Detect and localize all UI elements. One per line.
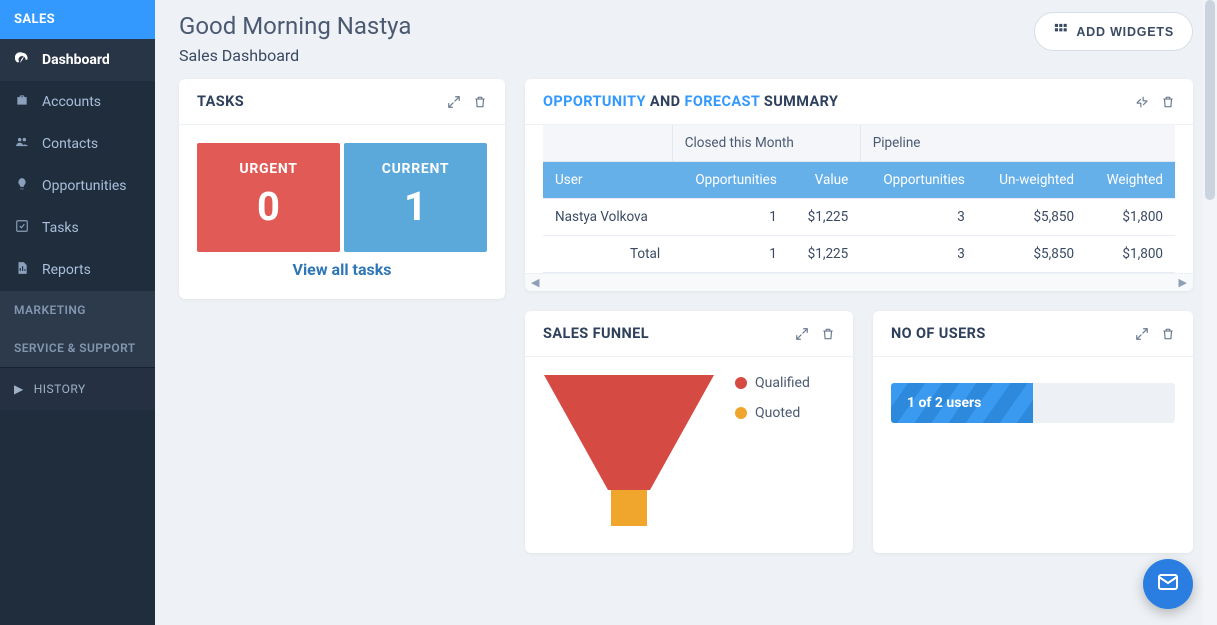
widget-title: NO OF USERS [891,325,986,342]
sidebar-section-service[interactable]: SERVICE & SUPPORT [0,329,155,367]
sidebar-item-label: Accounts [42,94,101,110]
page-subtitle: Sales Dashboard [179,46,411,65]
collapse-icon[interactable] [1135,95,1149,109]
mail-icon [1156,570,1180,598]
scrollbar-thumb[interactable] [1205,0,1215,200]
main-content: Good Morning Nastya Sales Dashboard ADD … [155,0,1217,625]
sidebar-section-sales[interactable]: SALES [0,0,155,39]
expand-icon[interactable] [1135,327,1149,341]
sidebar-item-accounts[interactable]: Accounts [0,81,155,123]
dashboard-icon [14,51,30,69]
opportunity-summary-widget: OPPORTUNITY AND FORECAST SUMMARY [525,79,1193,291]
sidebar-item-label: Dashboard [42,52,110,68]
expand-icon[interactable] [447,95,461,109]
trash-icon[interactable] [821,327,835,341]
col-weighted[interactable]: Weighted [1086,162,1175,199]
col-user[interactable]: User [543,162,672,199]
col-value[interactable]: Value [789,162,860,199]
legend-item-quoted[interactable]: Quoted [735,405,835,421]
briefcase-icon [14,93,30,111]
add-widgets-label: ADD WIDGETS [1076,25,1174,39]
tile-count: 0 [197,183,340,230]
sidebar-item-label: HISTORY [34,382,86,396]
trash-icon[interactable] [1161,95,1175,109]
sidebar-item-label: Reports [42,262,91,278]
view-all-tasks-link[interactable]: View all tasks [197,252,487,281]
lightbulb-icon [14,177,30,195]
widget-title: TASKS [197,93,244,110]
users-icon [14,135,30,153]
trash-icon[interactable] [1161,327,1175,341]
col-unweighted[interactable]: Un-weighted [977,162,1086,199]
add-widgets-button[interactable]: ADD WIDGETS [1034,12,1193,51]
sales-funnel-widget: SALES FUNNEL [525,311,853,553]
tile-label: URGENT [197,161,340,177]
users-widget: NO OF USERS [873,311,1193,553]
scroll-left-icon[interactable]: ◀ [527,276,543,289]
group-header-closed: Closed this Month [672,125,860,162]
table-total-row: Total 1 $1,225 3 $5,850 $1,800 [543,236,1175,273]
tile-label: CURRENT [344,161,487,177]
sidebar-item-history[interactable]: ▶ HISTORY [0,367,155,410]
widget-title: SALES FUNNEL [543,325,649,342]
sidebar-item-label: Contacts [42,136,98,152]
scroll-right-icon[interactable]: ▶ [1175,276,1191,289]
page-title: Good Morning Nastya [179,12,411,40]
sidebar-item-reports[interactable]: Reports [0,249,155,291]
users-progress-bar: 1 of 2 users [891,383,1175,423]
legend-dot-icon [735,407,747,419]
expand-icon[interactable] [795,327,809,341]
page-scrollbar[interactable] [1203,0,1217,625]
sidebar-item-label: Tasks [42,220,79,236]
table-row[interactable]: Nastya Volkova 1 $1,225 3 $5,850 $1,800 [543,199,1175,236]
users-progress-fill: 1 of 2 users [891,383,1033,423]
tasks-current-tile[interactable]: CURRENT 1 [344,143,487,252]
legend-dot-icon [735,377,747,389]
group-header-pipeline: Pipeline [860,125,1175,162]
funnel-chart [543,375,715,535]
funnel-stage-qualified [544,375,714,490]
opportunity-table: Closed this Month Pipeline User Opportun… [543,125,1175,273]
tasks-widget: TASKS URGENT [179,79,505,299]
legend-item-qualified[interactable]: Qualified [735,375,835,391]
sidebar-item-opportunities[interactable]: Opportunities [0,165,155,207]
sidebar: SALES Dashboard Accounts Contacts [0,0,155,625]
sidebar-section-marketing[interactable]: MARKETING [0,291,155,329]
report-icon [14,261,30,279]
funnel-stage-quoted [611,490,647,526]
widget-title: OPPORTUNITY AND FORECAST SUMMARY [543,93,838,110]
grid-icon [1053,22,1068,41]
sidebar-item-dashboard[interactable]: Dashboard [0,39,155,81]
check-square-icon [14,219,30,237]
sidebar-item-contacts[interactable]: Contacts [0,123,155,165]
col-opportunities[interactable]: Opportunities [672,162,789,199]
col-opportunities-pipeline[interactable]: Opportunities [860,162,977,199]
tasks-urgent-tile[interactable]: URGENT 0 [197,143,340,252]
funnel-legend: Qualified Quoted [735,375,835,535]
sidebar-item-label: Opportunities [42,178,127,194]
trash-icon[interactable] [473,95,487,109]
table-scroll-footer[interactable]: ◀ ▶ [525,273,1193,291]
sidebar-item-tasks[interactable]: Tasks [0,207,155,249]
tile-count: 1 [344,183,487,230]
chat-fab-button[interactable] [1143,559,1193,609]
caret-right-icon: ▶ [14,382,24,396]
